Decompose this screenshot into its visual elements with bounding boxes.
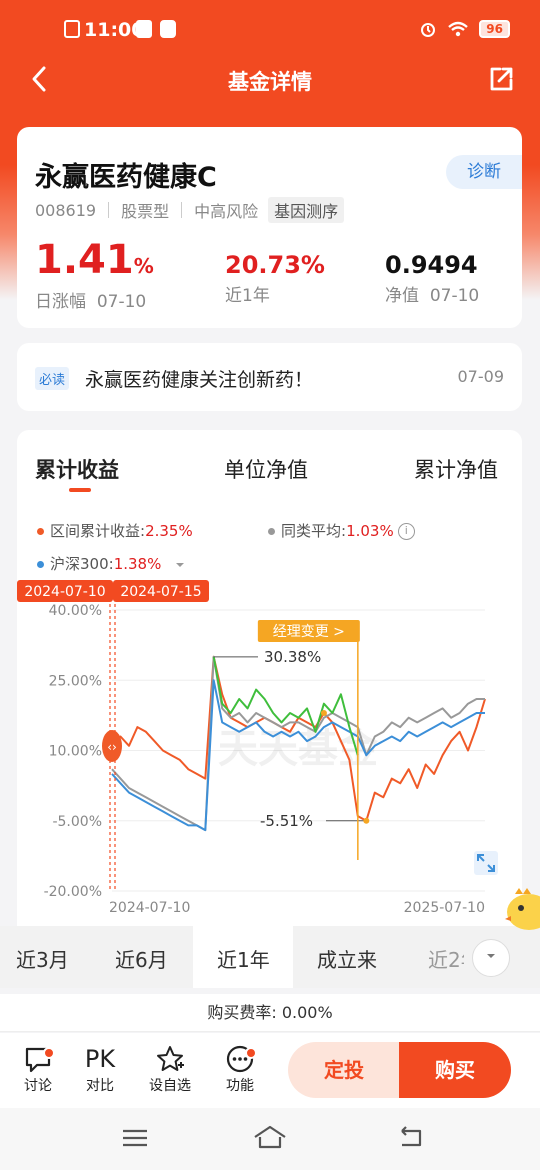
functions-button[interactable]: 功能 <box>215 1043 265 1095</box>
x-tick-label: 2025-07-10 <box>404 900 485 916</box>
chevron-down-icon <box>487 954 495 958</box>
min-point <box>363 817 370 824</box>
period-3m[interactable]: 近3月 <box>16 944 69 973</box>
watchlist-label: 设自选 <box>149 1078 191 1094</box>
add-watchlist-button[interactable]: 设自选 <box>145 1043 195 1095</box>
system-nav-bar <box>0 1108 540 1170</box>
y-tick-label: 25.00% <box>49 673 102 689</box>
return-chart[interactable]: 40.00% 25.00% 10.00% -5.00% -20.00% 2024-07-1… <box>0 0 540 940</box>
drag-handle-glyph: ‹› <box>107 740 117 754</box>
notification-dot <box>245 1047 257 1059</box>
y-tick-label: -20.00% <box>44 884 102 900</box>
period-6m[interactable]: 近6月 <box>115 944 168 973</box>
min-label: -5.51% <box>260 812 313 830</box>
star-plus-icon <box>157 1046 184 1071</box>
buy-button[interactable]: 购买 <box>399 1042 511 1098</box>
date-marker-text: 2024-07-15 <box>120 584 201 600</box>
compare-button[interactable]: PK 对比 <box>75 1043 125 1095</box>
discuss-label: 讨论 <box>24 1078 52 1094</box>
bottom-action-bar: 讨论 PK 对比 设自选 功能 定投 购买 <box>0 1033 540 1108</box>
y-tick-label: 40.00% <box>49 603 102 619</box>
auto-invest-button[interactable]: 定投 <box>288 1042 400 1098</box>
fee-label: 购买费率: <box>207 1003 277 1022</box>
y-tick-label: -5.00% <box>52 814 102 830</box>
period-selector: 近3月 近6月 近1年 成立来 近2年 <box>0 926 540 988</box>
y-tick-label: 10.00% <box>49 744 102 760</box>
functions-label: 功能 <box>226 1078 254 1094</box>
period-since-inception[interactable]: 成立来 <box>317 944 377 973</box>
period-more-button[interactable] <box>472 939 510 977</box>
discuss-button[interactable]: 讨论 <box>13 1043 63 1095</box>
x-tick-label: 2024-07-10 <box>109 900 190 916</box>
purchase-fee-row: 购买费率: 0.00% <box>0 994 540 1032</box>
fee-value: 0.00% <box>281 1003 333 1022</box>
compare-label: 对比 <box>86 1078 114 1094</box>
home-icon[interactable] <box>252 1124 288 1150</box>
event-point <box>320 710 327 717</box>
max-label: 30.38% <box>264 648 321 666</box>
pk-icon: PK <box>84 1045 116 1073</box>
notification-dot <box>43 1047 55 1059</box>
period-1y[interactable]: 近1年 <box>217 944 270 973</box>
menu-icon[interactable] <box>120 1126 150 1150</box>
period-2y[interactable]: 近2年 <box>428 944 464 973</box>
event-label: 经理变更 > <box>273 624 345 640</box>
date-marker-text: 2024-07-10 <box>24 584 105 600</box>
mascot-icon[interactable] <box>505 886 540 936</box>
back-nav-icon[interactable] <box>396 1125 426 1149</box>
